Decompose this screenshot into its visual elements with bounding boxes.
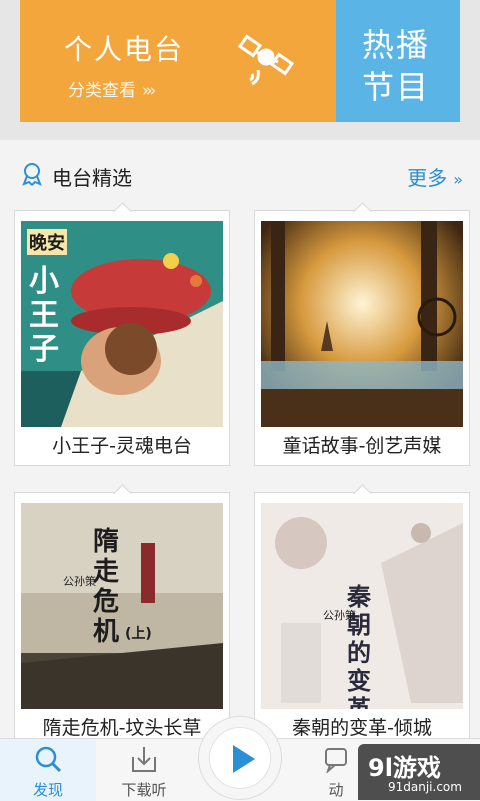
card-caption: 童话故事-创艺声媒 <box>282 435 442 457</box>
cover-title: 小王子 <box>29 264 59 367</box>
card-caption: 小王子-灵魂电台 <box>52 435 192 457</box>
cover-image <box>261 221 463 427</box>
personal-radio-tile[interactable]: 个人电台 分类查看 ››› <box>20 0 336 122</box>
radio-card[interactable]: 童话故事-创艺声媒 <box>254 202 470 466</box>
watermark-logo: 9l游戏 91danji.com <box>358 744 480 800</box>
cover-image: 晚安 小王子 <box>21 221 223 427</box>
hot-programs-line1: 热播 <box>362 26 431 64</box>
cover-image: 秦朝的变革 公孙策 <box>261 503 463 709</box>
card-caption: 隋走危机-坟头长草 <box>42 717 202 739</box>
cover-title: 晚安 <box>27 229 67 255</box>
cover-title: 秦朝的变革 <box>347 583 371 709</box>
chevron-right-icon: ››› <box>142 81 157 101</box>
personal-radio-subtitle: 分类查看 ››› <box>68 76 157 101</box>
nav-download-label: 下载听 <box>121 781 167 799</box>
hot-programs-tile[interactable]: 热播 节目 <box>336 0 460 122</box>
cover-image: 隋走危机 (上) 公孙策 <box>21 503 223 709</box>
cover-title: 隋走危机 <box>93 527 120 647</box>
more-link[interactable]: 更多 ›› <box>407 162 463 191</box>
radio-grid: 晚安 小王子 小王子-灵魂电台 童话故事-创艺声媒 隋走危机 (上) 公孙策 隋… <box>0 202 480 748</box>
nav-discover[interactable]: 发现 <box>0 739 96 801</box>
hot-programs-line2: 节目 <box>362 68 431 106</box>
radio-card[interactable]: 隋走危机 (上) 公孙策 隋走危机-坟头长草 <box>14 484 230 748</box>
cover-author: 公孙策 <box>63 575 96 588</box>
section-header: 电台精选 更多 ›› <box>0 140 480 208</box>
play-button[interactable] <box>198 716 282 800</box>
satellite-icon <box>237 34 295 86</box>
watermark-main: 9l游戏 <box>368 754 441 782</box>
radio-card[interactable]: 晚安 小王子 小王子-灵魂电台 <box>14 202 230 466</box>
category-view-label: 分类查看 <box>68 81 136 101</box>
watermark-url: 91danji.com <box>388 780 462 794</box>
activity-icon <box>325 748 347 773</box>
play-icon <box>233 745 255 773</box>
section-title: 电台精选 <box>52 166 132 190</box>
search-icon <box>35 746 62 773</box>
personal-radio-title: 个人电台 <box>64 33 185 66</box>
award-icon <box>22 163 42 186</box>
cover-author: 公孙策 <box>323 609 356 622</box>
more-label: 更多 <box>407 166 448 190</box>
nav-discover-label: 发现 <box>32 781 63 799</box>
cover-volume: (上) <box>125 626 152 642</box>
top-banner: 个人电台 分类查看 ››› 热播 节目 <box>0 0 480 140</box>
radio-card[interactable]: 秦朝的变革 公孙策 秦朝的变革-倾城 <box>254 484 470 748</box>
chevron-right-icon: ›› <box>453 170 463 189</box>
download-icon <box>132 747 156 772</box>
nav-download[interactable]: 下载听 <box>96 739 192 801</box>
card-caption: 秦朝的变革-倾城 <box>292 717 432 739</box>
